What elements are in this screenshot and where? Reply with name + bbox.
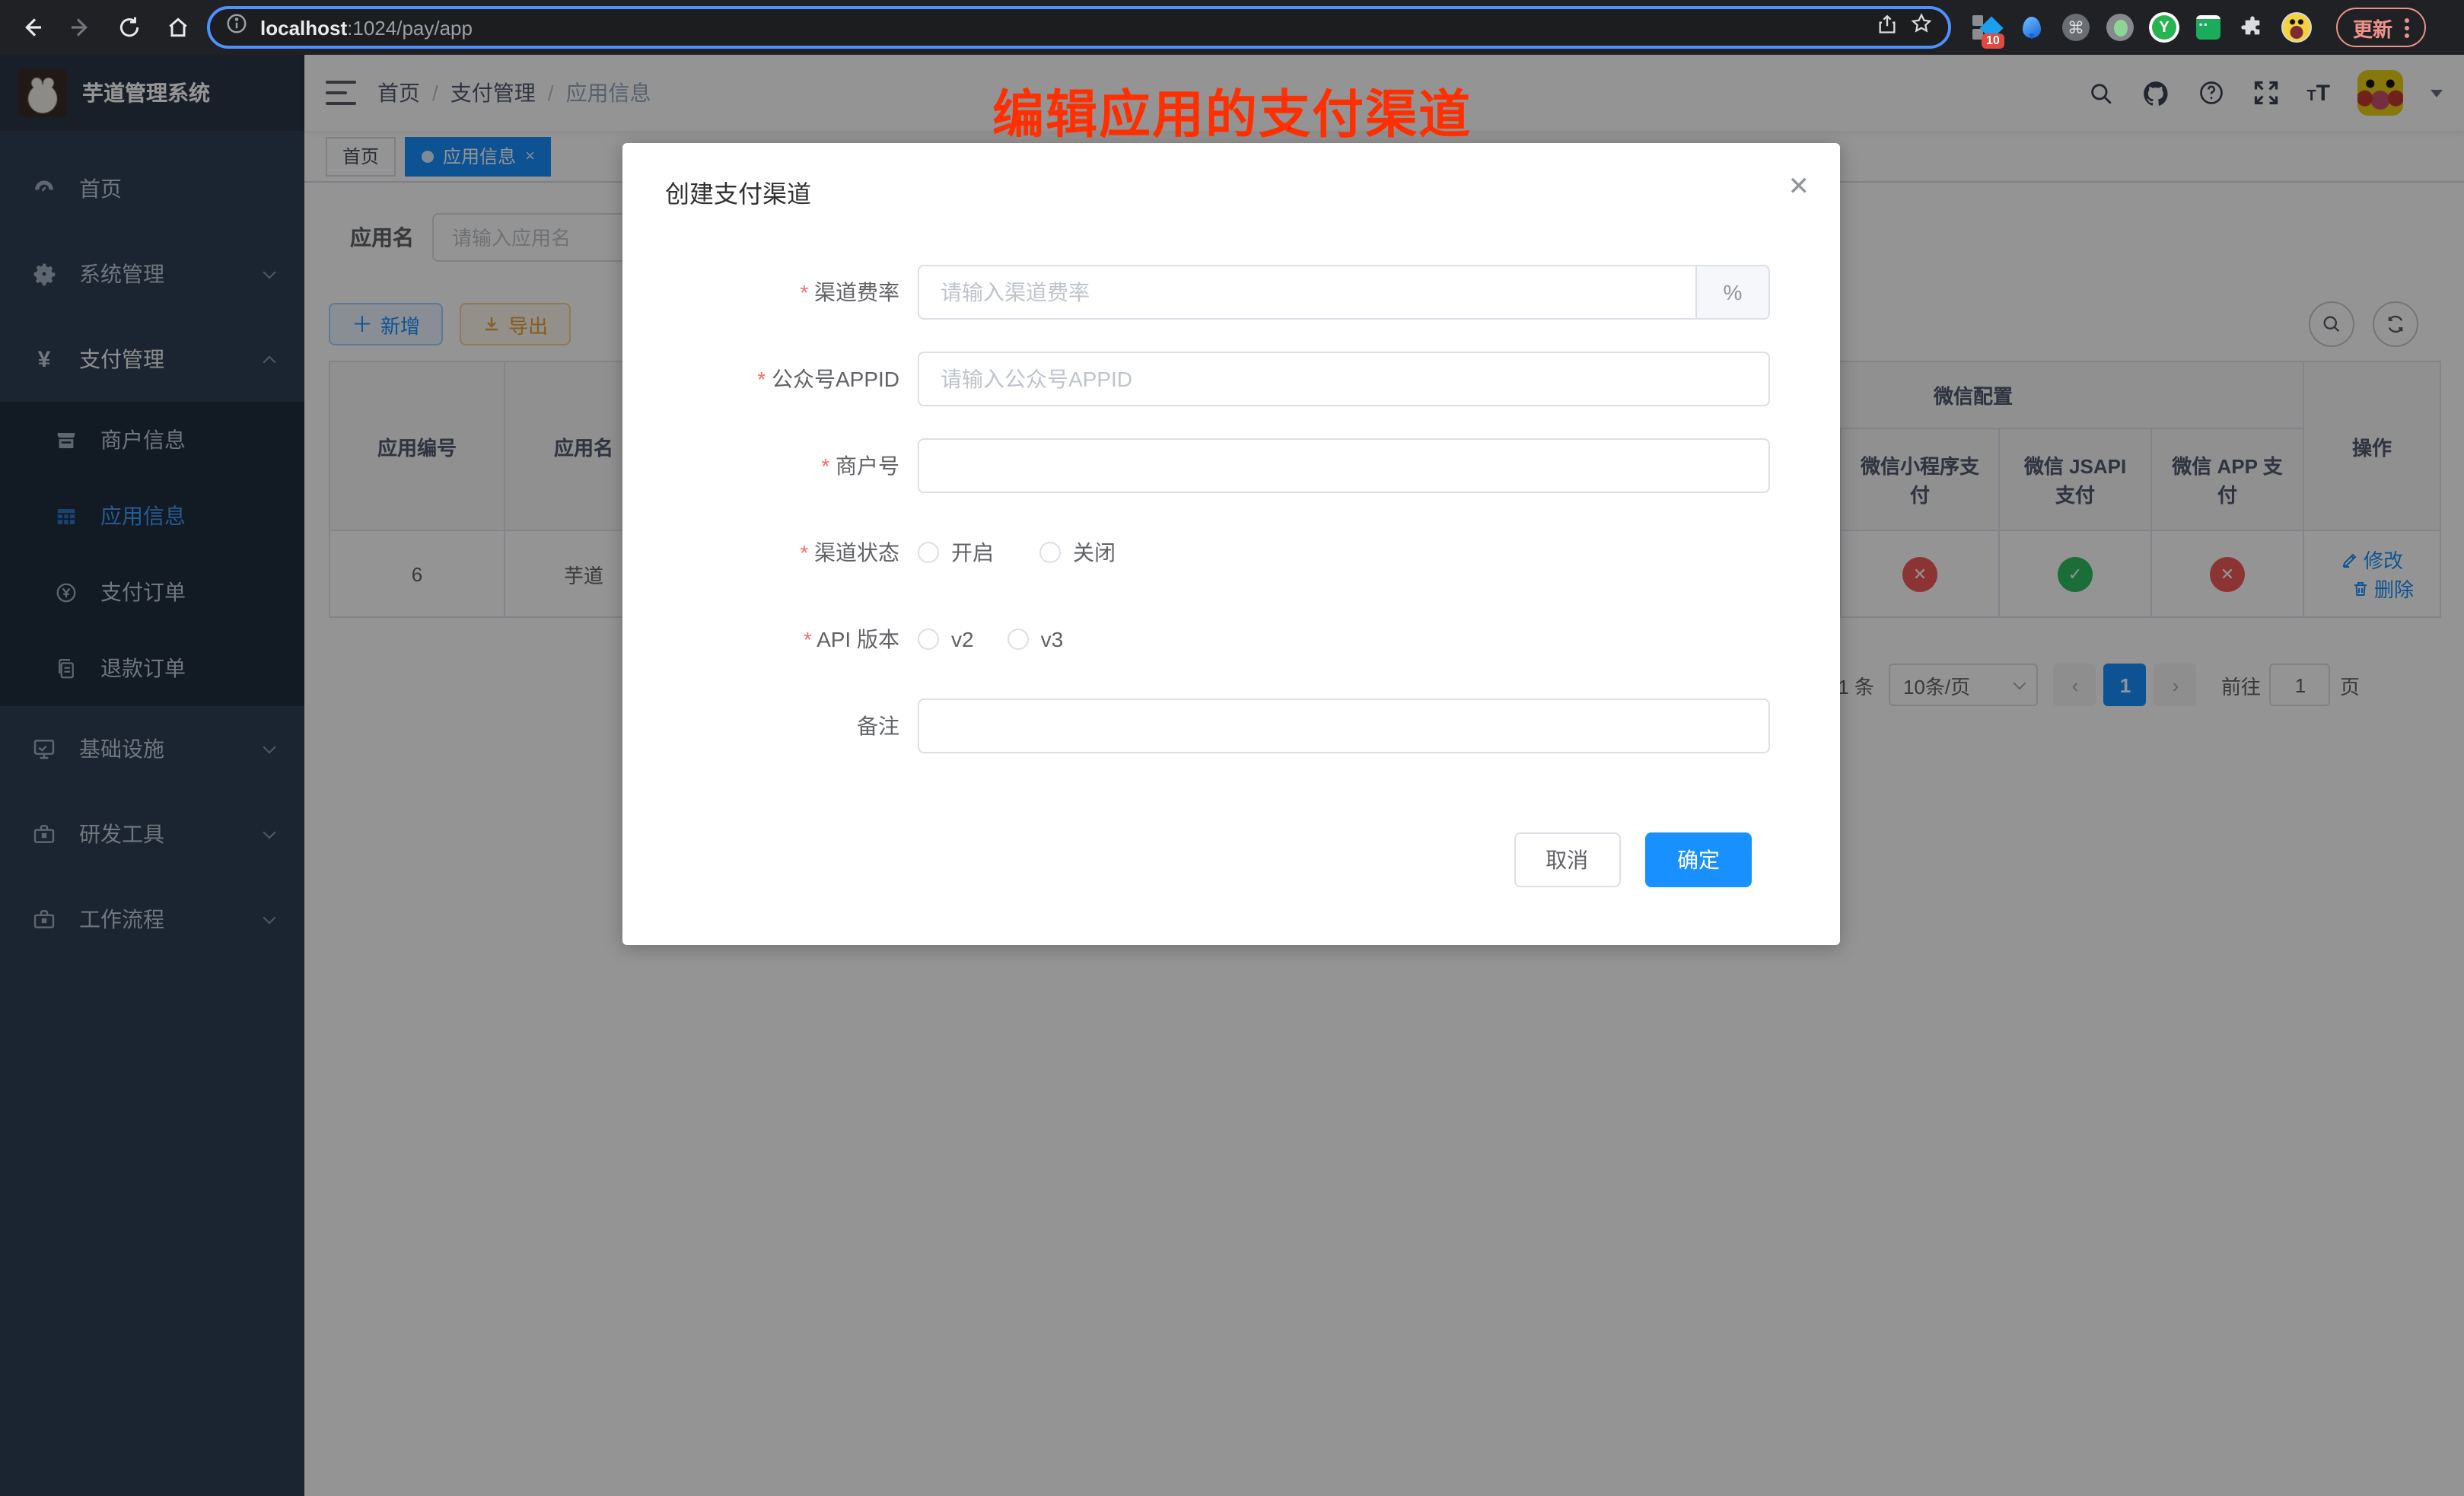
update-label: 更新 [2353, 13, 2392, 42]
app-frame: 芋道管理系统 首页 系统管理 ¥ 支付管 [0, 55, 2464, 1496]
extension-chat-icon[interactable] [2193, 12, 2224, 43]
dialog-header: 创建支付渠道 ✕ [622, 143, 1840, 210]
api-version-label: API 版本 [659, 612, 918, 667]
browser-home-icon[interactable] [158, 8, 198, 47]
dialog-title: 创建支付渠道 [665, 183, 811, 208]
form-item-remark: 备注 [659, 699, 1770, 753]
browser-reload-icon[interactable] [110, 8, 149, 47]
remark-label: 备注 [659, 699, 918, 753]
extension-badge: 10 [1982, 33, 2004, 49]
form-item-api-version: API 版本 v2 v3 [659, 612, 1770, 667]
share-icon[interactable] [1877, 13, 1898, 42]
url-path: :1024/pay/app [347, 16, 473, 39]
form-item-merchant: 商户号 [659, 438, 1770, 493]
merchant-label: 商户号 [659, 438, 918, 493]
close-icon[interactable]: ✕ [1788, 173, 1810, 199]
radio-api-v3[interactable]: v3 [1008, 627, 1064, 651]
screen: localhost:1024/pay/app 10 ⌘ Y [0, 0, 2464, 1496]
extension-cluster: 10 ⌘ Y [1972, 12, 2312, 43]
bookmark-star-icon[interactable] [1910, 12, 1933, 43]
extension-tab-manager-icon[interactable]: 10 [1972, 12, 2003, 43]
dialog-body: 渠道费率 % 公众号APPID 商户号 [622, 210, 1840, 814]
radio-circle-icon [918, 629, 939, 650]
form-item-status: 渠道状态 开启 关闭 [659, 525, 1770, 580]
cancel-button[interactable]: 取消 [1514, 832, 1620, 887]
browser-profile-avatar[interactable] [2281, 12, 2312, 43]
browser-update-button[interactable]: 更新 [2336, 8, 2426, 47]
browser-forward-icon[interactable] [61, 8, 100, 47]
extension-balloon-icon[interactable] [2017, 12, 2047, 43]
dialog-footer: 取消 确定 [622, 814, 1840, 945]
rate-input[interactable] [918, 265, 1697, 320]
radio-api-v2[interactable]: v2 [918, 627, 974, 651]
appid-input[interactable] [918, 352, 1770, 406]
radio-circle-icon [1008, 629, 1029, 650]
site-info-icon[interactable] [225, 12, 248, 43]
radio-status-off[interactable]: 关闭 [1039, 537, 1116, 568]
status-label: 渠道状态 [659, 525, 918, 580]
rate-suffix: % [1697, 265, 1770, 320]
extension-command-icon[interactable]: ⌘ [2061, 12, 2091, 43]
browser-menu-icon[interactable] [2405, 18, 2409, 37]
merchant-input[interactable] [918, 438, 1770, 493]
rate-label: 渠道费率 [659, 265, 918, 320]
radio-circle-icon [1039, 542, 1061, 563]
form-item-appid: 公众号APPID [659, 352, 1770, 406]
extension-yudao-icon[interactable]: Y [2149, 12, 2179, 43]
extensions-puzzle-icon[interactable] [2237, 12, 2268, 43]
form-item-rate: 渠道费率 % [659, 265, 1770, 320]
url-host: localhost [260, 16, 347, 39]
appid-label: 公众号APPID [659, 352, 918, 406]
radio-status-on[interactable]: 开启 [918, 537, 994, 568]
browser-back-icon[interactable] [12, 8, 52, 47]
confirm-button[interactable]: 确定 [1645, 832, 1752, 887]
extension-recorder-icon[interactable] [2105, 12, 2135, 43]
remark-input[interactable] [918, 699, 1770, 753]
create-pay-channel-dialog: 创建支付渠道 ✕ 渠道费率 % 公众号APPID [622, 143, 1840, 945]
url-bar[interactable]: localhost:1024/pay/app [207, 6, 1951, 49]
url-text[interactable]: localhost:1024/pay/app [260, 16, 473, 39]
browser-chrome: localhost:1024/pay/app 10 ⌘ Y [0, 0, 2464, 55]
radio-circle-icon [918, 542, 939, 563]
